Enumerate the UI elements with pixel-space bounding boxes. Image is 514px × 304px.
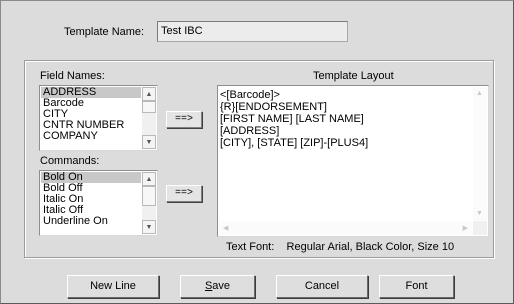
list-item[interactable]: Underline On — [41, 216, 141, 227]
scroll-down-icon[interactable]: ▼ — [142, 135, 156, 149]
insert-field-button[interactable]: ==> — [166, 111, 202, 128]
scroll-down-icon[interactable]: ▼ — [476, 210, 483, 217]
save-button[interactable]: Save — [180, 275, 255, 298]
scroll-up-icon[interactable]: ▲ — [142, 172, 156, 186]
new-line-button[interactable]: New Line — [67, 275, 159, 298]
layout-horizontal-scrollbar[interactable]: ◀ ▶ — [219, 221, 472, 235]
commands-listbox[interactable]: Bold On Bold Off Italic On Italic Off Un… — [39, 170, 158, 236]
save-label-rest: ave — [212, 280, 231, 292]
template-name-label: Template Name: — [64, 26, 145, 38]
field-names-listbox[interactable]: ADDRESS Barcode CITY CNTR NUMBER COMPANY… — [39, 85, 158, 151]
cancel-button[interactable]: Cancel — [276, 275, 368, 298]
layout-line: [FIRST NAME] [LAST NAME] — [220, 113, 364, 125]
layout-line: [CITY], [STATE] [ZIP]-[PLUS4] — [220, 137, 369, 149]
template-layout-label: Template Layout — [313, 70, 394, 82]
field-names-scrollbar[interactable]: ▲ ▼ — [142, 87, 156, 149]
scroll-left-icon[interactable]: ◀ — [223, 224, 228, 232]
layout-line: {R}[ENDORSEMENT] — [220, 101, 327, 113]
scrollbar-corner — [473, 221, 487, 235]
insert-command-button[interactable]: ==> — [166, 185, 202, 202]
layout-line: <[Barcode]> — [220, 89, 280, 101]
scroll-down-icon[interactable]: ▼ — [142, 220, 156, 234]
field-names-label: Field Names: — [40, 70, 105, 82]
list-item[interactable]: COMPANY — [41, 131, 141, 142]
template-layout-editor[interactable]: <[Barcode]> {R}[ENDORSEMENT] [FIRST NAME… — [217, 85, 489, 237]
scroll-up-icon[interactable]: ▲ — [476, 90, 483, 97]
scroll-up-icon[interactable]: ▲ — [142, 87, 156, 101]
template-name-field[interactable]: Test IBC — [157, 21, 348, 42]
scroll-thumb[interactable] — [142, 101, 156, 113]
scroll-thumb[interactable] — [142, 186, 156, 206]
text-font-value: Regular Arial, Black Color, Size 10 — [286, 241, 455, 253]
text-font-label: Text Font: — [226, 241, 275, 253]
commands-label: Commands: — [40, 155, 100, 167]
font-button[interactable]: Font — [379, 275, 454, 298]
text-font-info: Text Font: Regular Arial, Black Color, S… — [226, 241, 454, 253]
scroll-right-icon[interactable]: ▶ — [463, 224, 468, 232]
layout-vertical-scrollbar[interactable]: ▲ ▼ — [473, 87, 487, 220]
layout-line: [ADDRESS] — [220, 125, 280, 137]
commands-scrollbar[interactable]: ▲ ▼ — [142, 172, 156, 234]
template-dialog: Template Name: Test IBC Field Names: ADD… — [0, 0, 514, 304]
